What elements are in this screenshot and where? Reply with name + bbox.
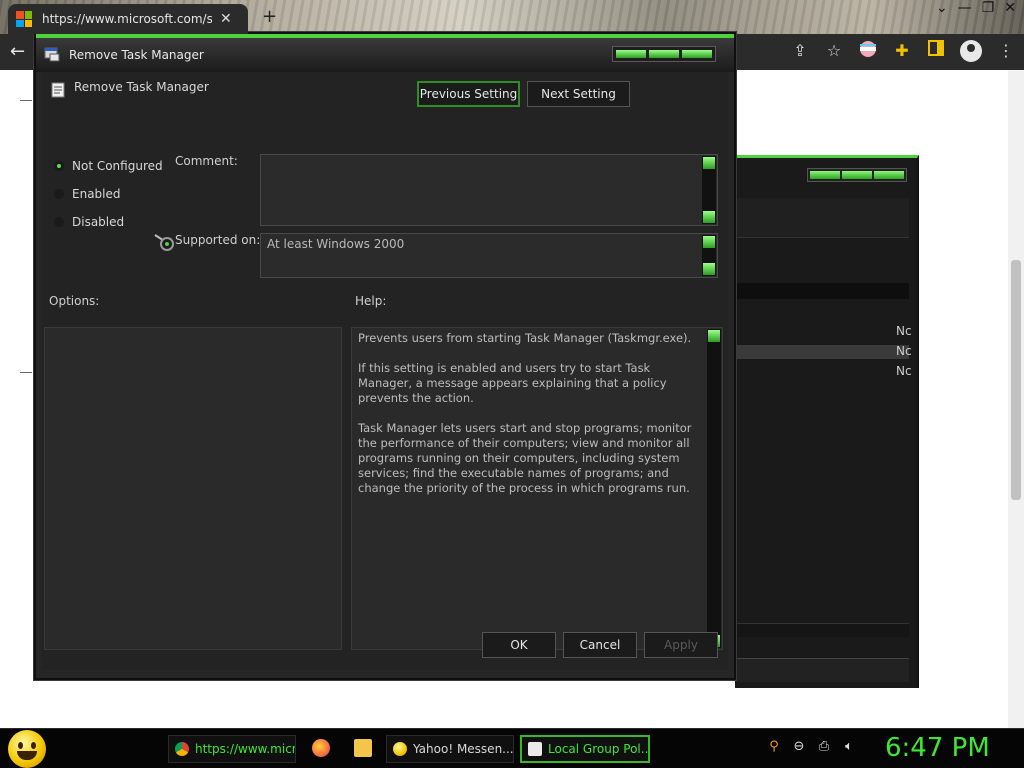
taskbar-item-group-policy[interactable]: Local Group Pol... xyxy=(520,735,650,763)
radio-enabled[interactable]: Enabled xyxy=(54,187,121,201)
bg-row-state[interactable]: Nc xyxy=(896,364,912,378)
options-panel xyxy=(44,327,342,650)
policy-window-icon xyxy=(44,47,60,62)
browser-window-controls: ⌄ — ❐ ✕ xyxy=(936,0,1016,16)
close-button[interactable]: ✕ xyxy=(1004,0,1016,16)
new-tab-button[interactable]: + xyxy=(262,6,277,27)
taskbar-item-label: https://www.micr... xyxy=(195,742,296,756)
cancel-button[interactable]: Cancel xyxy=(563,632,637,658)
radio-label: Not Configured xyxy=(72,159,163,173)
network-icon[interactable]: ⎙ xyxy=(816,739,832,755)
volume-icon[interactable]: 🔈︎ xyxy=(841,739,857,755)
system-tray: ⚲ ⊖ ⎙ 🔈︎ xyxy=(766,739,857,755)
bg-selected-row[interactable] xyxy=(735,345,909,359)
radio-label: Disabled xyxy=(72,215,125,229)
radio-disabled[interactable]: Disabled xyxy=(54,215,124,229)
setting-name: Remove Task Manager xyxy=(74,80,209,94)
taskbar-item-yahoo-messenger[interactable]: Yahoo! Messen... xyxy=(386,735,514,763)
start-button[interactable] xyxy=(8,730,46,768)
supported-on-icon xyxy=(154,234,174,251)
supported-on-scrollbar[interactable] xyxy=(702,235,716,276)
taskbar-item-label: Local Group Pol... xyxy=(548,742,650,756)
dialog-title: Remove Task Manager xyxy=(69,48,204,62)
taskbar-item-label: Yahoo! Messen... xyxy=(413,742,514,756)
taskbar-item-browser[interactable]: https://www.micr... xyxy=(168,735,296,763)
chrome-icon xyxy=(175,742,189,756)
help-panel: Prevents users from starting Task Manage… xyxy=(351,327,723,650)
page-divider xyxy=(20,100,32,101)
bg-row-state[interactable]: Nc xyxy=(896,324,912,338)
supported-on-field[interactable]: At least Windows 2000 xyxy=(260,233,718,278)
microsoft-favicon-icon xyxy=(16,11,32,27)
comment-scrollbar[interactable] xyxy=(702,156,716,224)
back-button[interactable]: ← xyxy=(10,41,25,62)
bg-window-toolbar xyxy=(735,198,909,238)
dialog-window-controls[interactable] xyxy=(612,46,716,62)
folder-icon[interactable] xyxy=(354,739,372,757)
page-divider xyxy=(20,372,32,373)
close-button[interactable] xyxy=(682,50,712,58)
menu-icon[interactable]: ⋮ xyxy=(996,40,1016,62)
previous-setting-button[interactable]: Previous Setting xyxy=(417,81,520,107)
clock[interactable]: 6:47 PM xyxy=(885,733,990,763)
supported-on-label: Supported on: xyxy=(175,233,261,247)
minus-circle-icon[interactable]: ⊖ xyxy=(791,739,807,755)
bg-window-controls[interactable] xyxy=(807,168,907,182)
dialog-body: Remove Task Manager Previous Setting Nex… xyxy=(42,72,728,670)
help-text: Prevents users from starting Task Manage… xyxy=(358,331,692,495)
radio-selected-icon[interactable] xyxy=(54,161,64,171)
minimize-button[interactable] xyxy=(616,50,646,58)
bg-status-bar xyxy=(735,658,909,682)
sidebar-icon[interactable] xyxy=(926,40,946,62)
apply-button[interactable]: Apply xyxy=(644,632,718,658)
browser-tab-bar: https://www.microsoft.com/soft ✕ + ⌄ — ❐… xyxy=(0,0,1024,34)
ok-button[interactable]: OK xyxy=(482,632,556,658)
group-policy-icon xyxy=(528,742,542,756)
help-scrollbar[interactable] xyxy=(707,329,721,648)
profile-icon[interactable] xyxy=(960,40,982,62)
maximize-button[interactable] xyxy=(649,50,679,58)
dialog-titlebar[interactable]: Remove Task Manager xyxy=(36,34,734,72)
comment-field[interactable] xyxy=(260,154,718,226)
supported-on-value: At least Windows 2000 xyxy=(267,237,405,251)
radio-not-configured[interactable]: Not Configured xyxy=(54,159,163,173)
page-scroll-thumb[interactable] xyxy=(1011,260,1021,500)
setting-icon xyxy=(51,82,65,98)
browser-tab[interactable]: https://www.microsoft.com/soft ✕ xyxy=(8,4,248,34)
radio-unselected-icon[interactable] xyxy=(54,217,64,227)
minimize-button[interactable]: — xyxy=(958,0,972,16)
help-label: Help: xyxy=(355,294,387,308)
bg-list-header xyxy=(735,283,909,299)
bg-horizontal-scrollbar[interactable] xyxy=(735,623,909,637)
firefox-icon[interactable] xyxy=(312,739,330,757)
next-setting-button[interactable]: Next Setting xyxy=(527,81,630,107)
puzzle-icon[interactable]: ✚ xyxy=(892,40,912,62)
yahoo-messenger-icon xyxy=(393,742,407,756)
comment-label: Comment: xyxy=(175,154,238,168)
radio-label: Enabled xyxy=(72,187,121,201)
remove-task-manager-dialog: Remove Task Manager Remove Task Manager … xyxy=(34,32,736,680)
search-icon[interactable]: ⚲ xyxy=(766,739,782,755)
page-scrollbar[interactable] xyxy=(1008,70,1024,728)
taskbar: https://www.micr... Yahoo! Messen... Loc… xyxy=(0,728,1024,768)
tab-close-icon[interactable]: ✕ xyxy=(220,11,232,27)
radio-unselected-icon[interactable] xyxy=(54,189,64,199)
options-label: Options: xyxy=(49,294,100,308)
tab-search-icon[interactable]: ⌄ xyxy=(936,0,948,16)
bg-row-state[interactable]: Nc xyxy=(896,344,912,358)
restore-button[interactable]: ❐ xyxy=(982,0,995,16)
star-icon[interactable]: ☆ xyxy=(824,40,844,62)
local-group-policy-window[interactable]: Nc Nc Nc xyxy=(735,155,919,688)
share-icon[interactable]: ⇪ xyxy=(790,40,810,62)
extension-icon[interactable] xyxy=(858,40,878,62)
tab-title: https://www.microsoft.com/soft xyxy=(42,12,212,26)
